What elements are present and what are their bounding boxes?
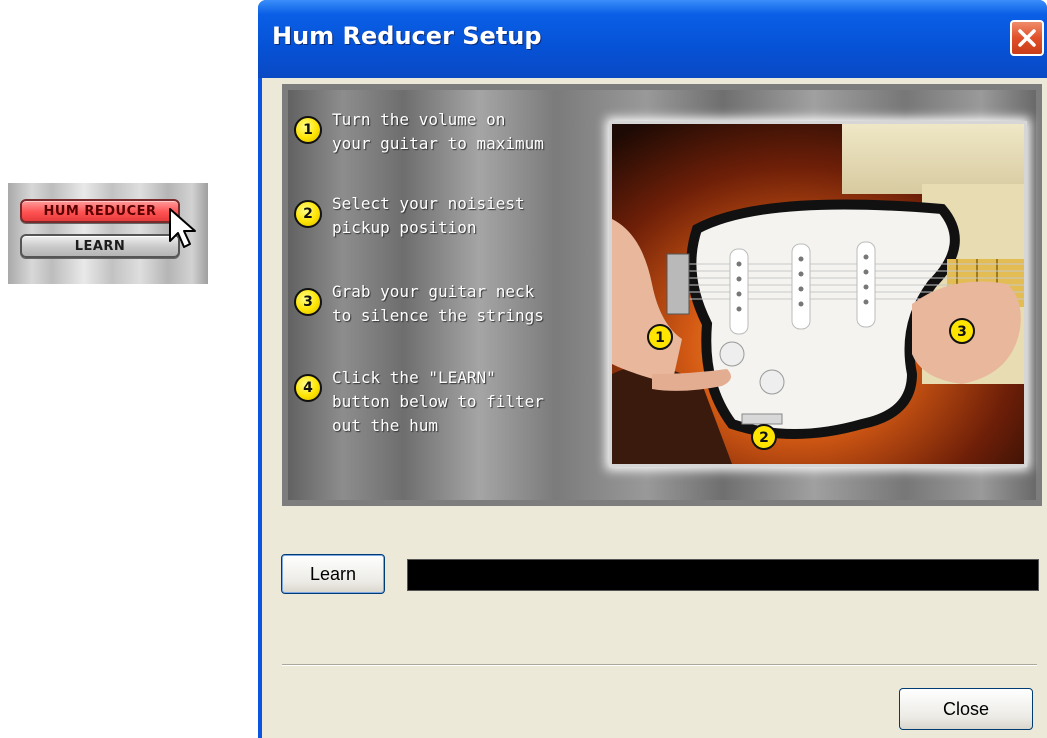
step-number-badge: 1: [294, 116, 322, 144]
close-icon: [1018, 29, 1036, 47]
plugin-learn-button[interactable]: LEARN: [20, 234, 180, 258]
close-button[interactable]: Close: [899, 688, 1033, 730]
step-text: Click the "LEARN" button below to filter…: [332, 368, 544, 435]
window-close-button[interactable]: [1010, 20, 1044, 56]
hum-reducer-setup-dialog: Hum Reducer Setup 1 Turn the volume on y…: [258, 0, 1047, 738]
learn-button[interactable]: Learn: [281, 554, 385, 594]
title-bar[interactable]: Hum Reducer Setup: [258, 0, 1047, 78]
instruction-step-1: 1 Turn the volume on your guitar to maxi…: [294, 108, 602, 156]
hum-reducer-button[interactable]: HUM REDUCER: [20, 199, 180, 223]
mouse-cursor-icon: [169, 208, 196, 248]
plugin-panel: HUM REDUCER LEARN: [8, 183, 208, 284]
photo-marker-3-label: 3: [957, 324, 967, 340]
step-number-badge: 2: [294, 200, 322, 228]
instruction-panel: 1 Turn the volume on your guitar to maxi…: [282, 84, 1042, 506]
hum-level-meter: [407, 559, 1039, 591]
instruction-step-3: 3 Grab your guitar neck to silence the s…: [294, 280, 602, 328]
step-text: Select your noisiest pickup position: [332, 194, 525, 237]
instruction-step-2: 2 Select your noisiest pickup position: [294, 192, 602, 240]
step-text: Turn the volume on your guitar to maximu…: [332, 110, 544, 153]
instruction-step-4: 4 Click the "LEARN" button below to filt…: [294, 366, 602, 438]
dialog-client-area: 1 Turn the volume on your guitar to maxi…: [262, 78, 1047, 738]
step-number-badge: 4: [294, 374, 322, 402]
step-text: Grab your guitar neck to silence the str…: [332, 282, 544, 325]
window-title: Hum Reducer Setup: [272, 22, 542, 50]
photo-marker-1-label: 1: [655, 330, 665, 346]
step-number-badge: 3: [294, 288, 322, 316]
photo-marker-2-label: 2: [759, 430, 769, 446]
separator-line: [282, 664, 1037, 666]
guitar-photo: 1 2 3: [609, 121, 1027, 467]
